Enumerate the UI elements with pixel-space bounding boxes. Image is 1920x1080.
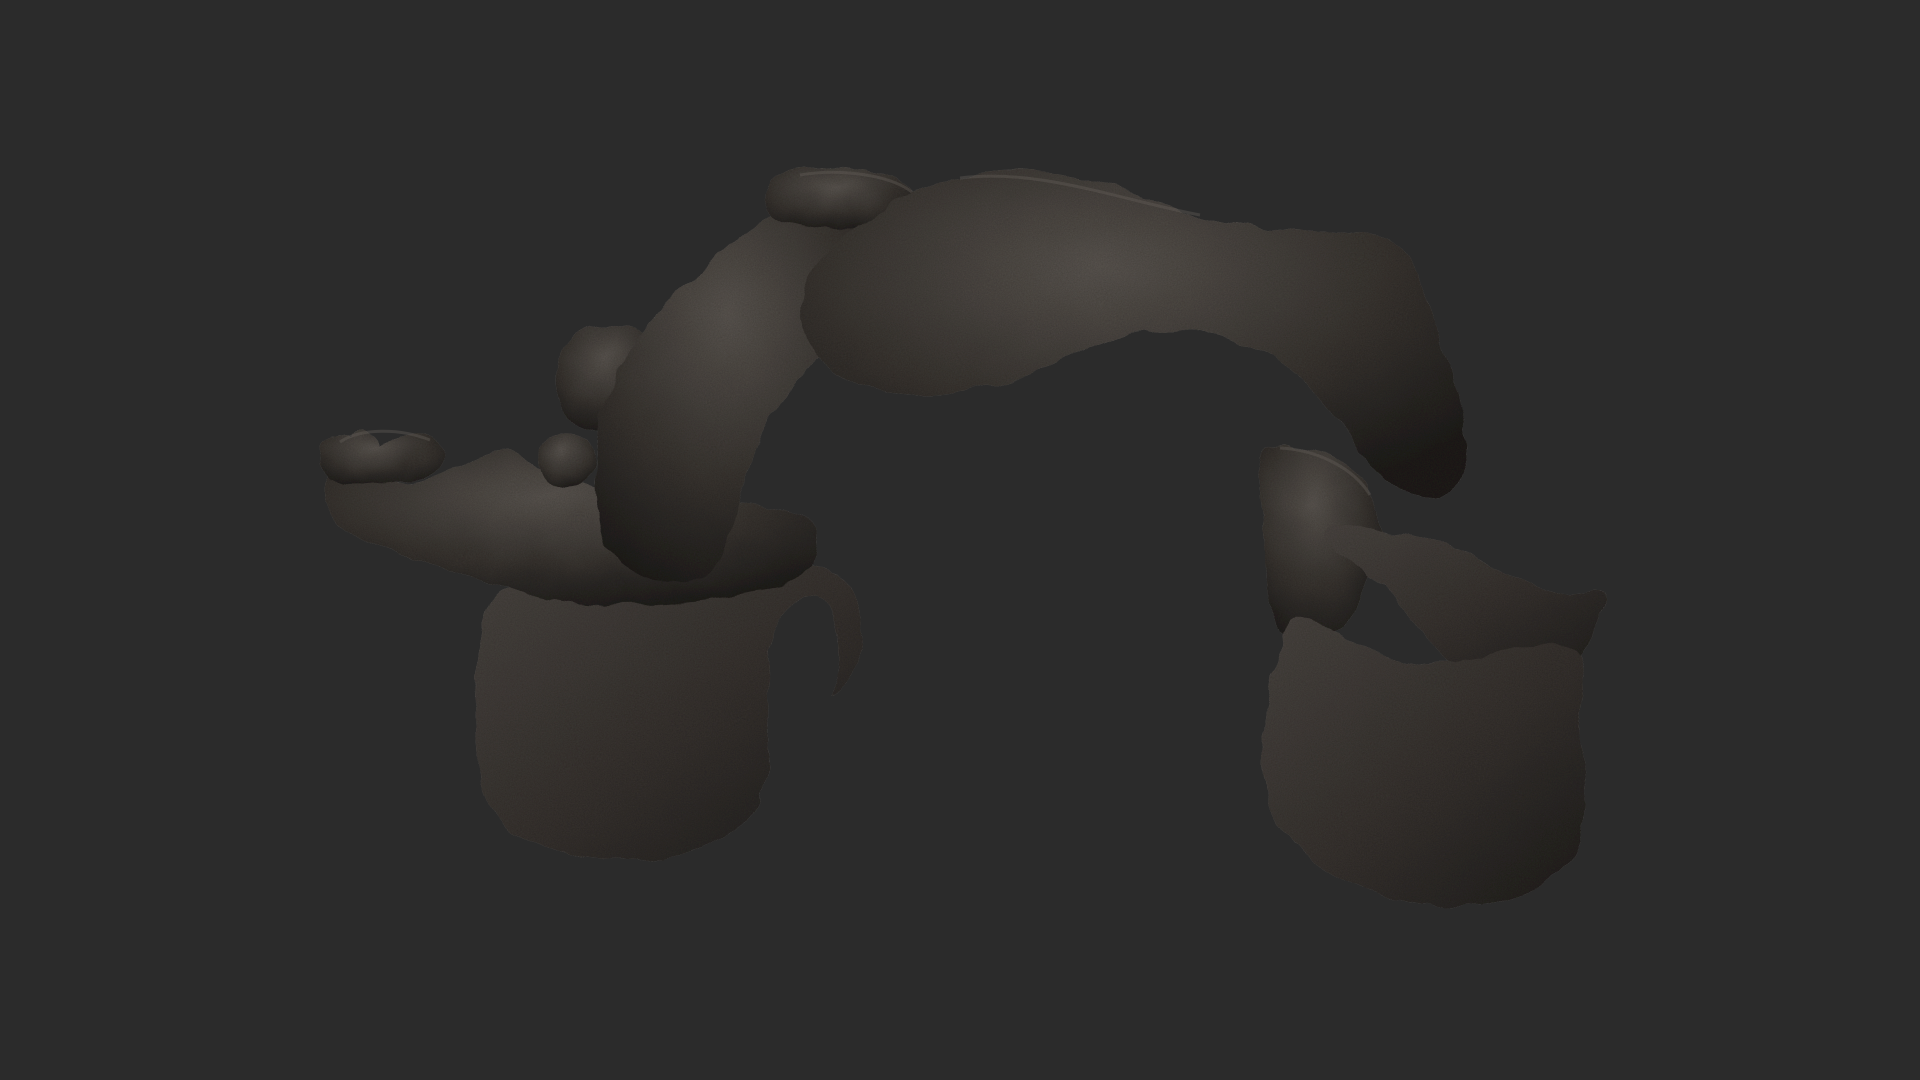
rock-arch-mesh (319, 167, 1605, 906)
3d-viewport[interactable] (0, 0, 1920, 1080)
right-pillar (1264, 616, 1585, 906)
left-pillar (474, 564, 864, 863)
arch-span (800, 169, 1466, 497)
rock-arch-render (319, 167, 1605, 906)
